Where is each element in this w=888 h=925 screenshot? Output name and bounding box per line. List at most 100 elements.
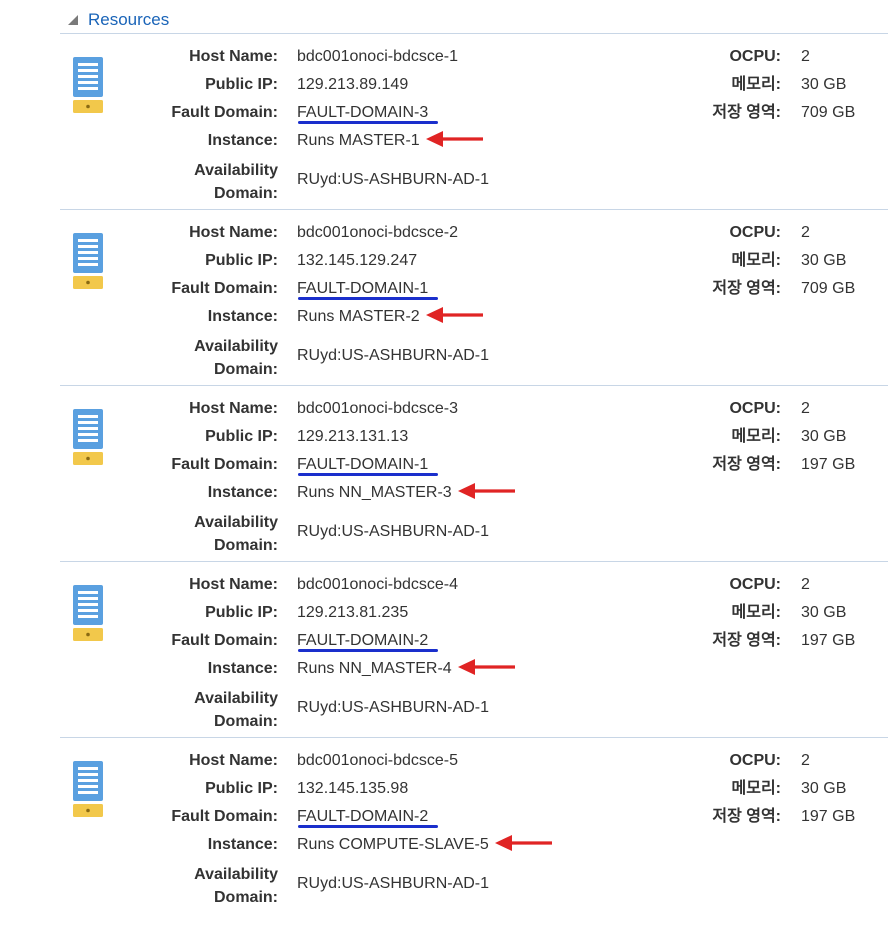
instance-value: Runs NN_MASTER-3 — [297, 484, 452, 501]
host-name-label: Host Name: — [189, 752, 278, 769]
instance-value: Runs MASTER-1 — [297, 132, 420, 149]
ocpu-value: 2 — [801, 48, 810, 65]
fault-domain-underline-annotation — [298, 297, 438, 300]
ocpu-label: OCPU: — [729, 576, 781, 593]
instance-label: Instance: — [207, 660, 278, 677]
host-name-value: bdc001onoci-bdcsce-5 — [297, 752, 458, 769]
host-name-label: Host Name: — [189, 576, 278, 593]
storage-value: 709 GB — [801, 280, 856, 297]
storage-value: 197 GB — [801, 808, 856, 825]
fault-domain-underline-annotation — [298, 121, 438, 124]
host-item: Host Name: bdc001onoci-bdcsce-3 Public I… — [60, 386, 888, 562]
public-ip-label: Public IP: — [205, 252, 278, 269]
memory-value: 30 GB — [801, 780, 847, 797]
availability-label-line2: Domain: — [214, 361, 278, 378]
availability-domain-value: RUyd:US-ASHBURN-AD-1 — [297, 875, 490, 892]
fault-domain-value: FAULT-DOMAIN-3 — [297, 104, 429, 121]
instance-label: Instance: — [207, 308, 278, 325]
host-item: Host Name: bdc001onoci-bdcsce-2 Public I… — [60, 210, 888, 386]
public-ip-value: 129.213.131.13 — [297, 428, 409, 445]
fault-domain-value: FAULT-DOMAIN-1 — [297, 456, 429, 473]
instance-value: Runs MASTER-2 — [297, 308, 420, 325]
section-title[interactable]: Resources — [88, 10, 169, 30]
ocpu-label: OCPU: — [729, 752, 781, 769]
memory-label: 메모리: — [731, 428, 782, 445]
availability-domain-value: RUyd:US-ASHBURN-AD-1 — [297, 171, 490, 188]
fault-domain-label: Fault Domain: — [171, 280, 278, 297]
ocpu-value: 2 — [801, 400, 810, 417]
server-icon — [73, 57, 103, 113]
memory-label: 메모리: — [731, 780, 782, 797]
availability-label-line1: Availability — [194, 162, 278, 179]
host-name-value: bdc001onoci-bdcsce-4 — [297, 576, 458, 593]
instance-value: Runs COMPUTE-SLAVE-5 — [297, 836, 489, 853]
availability-domain-value: RUyd:US-ASHBURN-AD-1 — [297, 699, 490, 716]
resources-page: Resources Host Name: bdc001onoci-bdcsce-… — [0, 0, 888, 925]
availability-label-line2: Domain: — [214, 537, 278, 554]
red-arrow-icon — [425, 307, 483, 323]
availability-label-line1: Availability — [194, 338, 278, 355]
availability-label-line1: Availability — [194, 690, 278, 707]
storage-value: 197 GB — [801, 632, 856, 649]
storage-label: 저장 영역: — [712, 632, 781, 649]
public-ip-value: 132.145.135.98 — [297, 780, 409, 797]
ocpu-label: OCPU: — [729, 48, 781, 65]
host-item: Host Name: bdc001onoci-bdcsce-1 Public I… — [60, 34, 888, 210]
resources-section-toggle[interactable]: Resources — [66, 8, 169, 32]
availability-domain-label: Availability Domain: — [194, 863, 278, 909]
collapse-triangle-icon[interactable] — [66, 13, 80, 27]
fault-domain-label: Fault Domain: — [171, 456, 278, 473]
availability-label-line2: Domain: — [214, 713, 278, 730]
ocpu-value: 2 — [801, 224, 810, 241]
server-icon — [73, 409, 103, 465]
public-ip-value: 132.145.129.247 — [297, 252, 418, 269]
availability-domain-label: Availability Domain: — [194, 335, 278, 381]
availability-label-line2: Domain: — [214, 889, 278, 906]
instance-label: Instance: — [207, 836, 278, 853]
memory-value: 30 GB — [801, 428, 847, 445]
availability-domain-label: Availability Domain: — [194, 687, 278, 733]
availability-label-line1: Availability — [194, 514, 278, 531]
red-arrow-icon — [457, 659, 515, 675]
fault-domain-value: FAULT-DOMAIN-2 — [297, 632, 429, 649]
storage-label: 저장 영역: — [712, 280, 781, 297]
host-name-value: bdc001onoci-bdcsce-3 — [297, 400, 458, 417]
public-ip-label: Public IP: — [205, 76, 278, 93]
instance-label: Instance: — [207, 132, 278, 149]
public-ip-label: Public IP: — [205, 780, 278, 797]
host-name-label: Host Name: — [189, 48, 278, 65]
fault-domain-label: Fault Domain: — [171, 104, 278, 121]
public-ip-value: 129.213.89.149 — [297, 76, 409, 93]
server-icon — [73, 761, 103, 817]
ocpu-value: 2 — [801, 752, 810, 769]
memory-label: 메모리: — [731, 604, 782, 621]
storage-value: 709 GB — [801, 104, 856, 121]
fault-domain-underline-annotation — [298, 649, 438, 652]
storage-label: 저장 영역: — [712, 808, 781, 825]
fault-domain-label: Fault Domain: — [171, 632, 278, 649]
memory-label: 메모리: — [731, 252, 782, 269]
availability-label-line2: Domain: — [214, 185, 278, 202]
host-name-label: Host Name: — [189, 400, 278, 417]
host-name-value: bdc001onoci-bdcsce-2 — [297, 224, 458, 241]
instance-value: Runs NN_MASTER-4 — [297, 660, 452, 677]
instance-label: Instance: — [207, 484, 278, 501]
availability-domain-label: Availability Domain: — [194, 511, 278, 557]
host-name-value: bdc001onoci-bdcsce-1 — [297, 48, 458, 65]
storage-label: 저장 영역: — [712, 104, 781, 121]
availability-label-line1: Availability — [194, 866, 278, 883]
ocpu-label: OCPU: — [729, 224, 781, 241]
public-ip-label: Public IP: — [205, 428, 278, 445]
red-arrow-icon — [494, 835, 552, 851]
host-item: Host Name: bdc001onoci-bdcsce-5 Public I… — [60, 738, 888, 913]
storage-label: 저장 영역: — [712, 456, 781, 473]
ocpu-value: 2 — [801, 576, 810, 593]
public-ip-value: 129.213.81.235 — [297, 604, 409, 621]
resource-list: Host Name: bdc001onoci-bdcsce-1 Public I… — [60, 34, 888, 913]
server-icon — [73, 585, 103, 641]
availability-domain-value: RUyd:US-ASHBURN-AD-1 — [297, 523, 490, 540]
memory-value: 30 GB — [801, 604, 847, 621]
fault-domain-underline-annotation — [298, 825, 438, 828]
public-ip-label: Public IP: — [205, 604, 278, 621]
memory-value: 30 GB — [801, 76, 847, 93]
